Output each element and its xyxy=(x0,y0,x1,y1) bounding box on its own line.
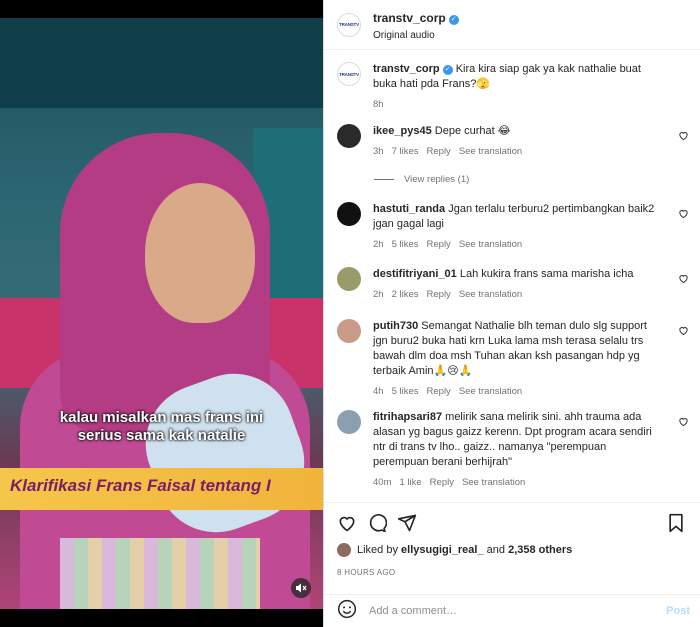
commenter-avatar[interactable] xyxy=(337,267,361,291)
comment-likes[interactable]: 2 likes xyxy=(392,289,419,300)
speaker-mute-icon[interactable] xyxy=(291,578,311,598)
like-heart-icon[interactable] xyxy=(678,416,689,430)
caption-avatar[interactable]: TRANSTV xyxy=(337,62,361,86)
original-audio-link[interactable]: Original audio xyxy=(373,30,459,41)
verified-badge-icon: ✓ xyxy=(442,65,453,75)
comment-bubble-icon[interactable] xyxy=(367,513,388,538)
liker-avatar xyxy=(337,543,351,557)
like-heart-icon[interactable] xyxy=(678,325,689,339)
comment-time: 2h xyxy=(373,289,384,300)
see-translation-button[interactable]: See translation xyxy=(459,239,522,250)
commenter-avatar[interactable] xyxy=(337,124,361,148)
video-frame xyxy=(0,18,323,609)
post-header: TRANSTV transtv_corp ✓ Original audio xyxy=(324,0,700,50)
liked-by-and: and xyxy=(486,544,506,556)
comment-text: Lah kukira frans sama marisha icha xyxy=(459,268,634,280)
commenter-avatar[interactable] xyxy=(337,202,361,226)
like-heart-icon[interactable] xyxy=(678,273,689,287)
comment-username[interactable]: fitrihapsari87 xyxy=(373,411,442,423)
video-banner: Klarifikasi Frans Faisal tentang I xyxy=(0,468,323,510)
logo-text: TRANSTV xyxy=(339,22,359,27)
commenter-avatar[interactable] xyxy=(337,410,361,434)
liked-by-count[interactable]: 2,358 others xyxy=(508,544,572,556)
replies-line xyxy=(374,179,394,180)
caption-time: 8h xyxy=(373,99,384,110)
comment-likes[interactable]: 5 likes xyxy=(392,239,419,250)
caption-username[interactable]: transtv_corp xyxy=(373,63,440,75)
comments-list[interactable]: TRANSTV transtv_corp ✓ Kira kira siap gak… xyxy=(324,52,700,502)
studio-backdrop xyxy=(0,18,323,108)
post-time-ago: 8 HOURS AGO xyxy=(337,568,396,577)
person-skirt xyxy=(60,538,260,609)
comment-input[interactable]: Add a comment… xyxy=(369,605,666,617)
reply-button[interactable]: Reply xyxy=(430,477,454,488)
person-face xyxy=(145,183,255,323)
like-heart-icon[interactable] xyxy=(337,513,357,538)
bookmark-icon[interactable] xyxy=(667,513,685,538)
comment-username[interactable]: putih730 xyxy=(373,320,418,332)
verified-badge-icon: ✓ xyxy=(448,14,459,25)
comment-item: fitrihapsari87 melirik sana melirik sini… xyxy=(337,410,693,488)
see-translation-button[interactable]: See translation xyxy=(459,289,522,300)
like-heart-icon[interactable] xyxy=(678,130,689,144)
comment-composer: Add a comment… Post xyxy=(324,594,700,627)
comment-username[interactable]: ikee_pys45 xyxy=(373,125,432,137)
video-banner-text: Klarifikasi Frans Faisal tentang I xyxy=(10,476,271,495)
emoji-smiley-icon[interactable] xyxy=(337,599,357,624)
comment-item: ikee_pys45 Depe curhat 😂 3h 7 likes Reply S… xyxy=(337,124,693,157)
reply-button[interactable]: Reply xyxy=(427,239,451,250)
logo-text: TRANSTV xyxy=(339,71,359,77)
comment-item: hastuti_randa Jgan terlalu terburu2 pert… xyxy=(337,202,693,250)
comment-username[interactable]: hastuti_randa xyxy=(373,203,445,215)
comment-item: destifitriyani_01 Lah kukira frans sama … xyxy=(337,267,693,300)
view-replies-label: View replies (1) xyxy=(404,174,470,185)
comment-likes[interactable]: 5 likes xyxy=(392,386,419,397)
commenter-avatar[interactable] xyxy=(337,319,361,343)
likes-summary[interactable]: Liked by ellysugigi_real_ and 2,358 othe… xyxy=(337,543,572,557)
profile-avatar[interactable]: TRANSTV xyxy=(337,12,361,37)
comment-time: 2h xyxy=(373,239,384,250)
header-username[interactable]: transtv_corp xyxy=(373,11,446,25)
video-caption-line1: kalau misalkan mas frans ini xyxy=(59,409,264,426)
see-translation-button[interactable]: See translation xyxy=(462,477,525,488)
reply-button[interactable]: Reply xyxy=(427,146,451,157)
comment-time: 3h xyxy=(373,146,384,157)
comment-item: putih730 Semangat Nathalie blh teman dul… xyxy=(337,319,693,397)
comment-likes[interactable]: 1 like xyxy=(399,477,421,488)
see-translation-button[interactable]: See translation xyxy=(459,386,522,397)
post-caption: TRANSTV transtv_corp ✓ Kira kira siap gak… xyxy=(337,62,693,110)
like-heart-icon[interactable] xyxy=(678,208,689,222)
reply-button[interactable]: Reply xyxy=(427,289,451,300)
comment-username[interactable]: destifitriyani_01 xyxy=(373,268,457,280)
share-paper-plane-icon[interactable] xyxy=(397,513,417,538)
comment-time: 40m xyxy=(373,477,392,488)
see-translation-button[interactable]: See translation xyxy=(459,146,522,157)
video-caption-line2: serius sama kak natalie xyxy=(77,427,246,444)
post-button[interactable]: Post xyxy=(666,605,690,617)
action-bar xyxy=(324,502,700,542)
reply-button[interactable]: Reply xyxy=(427,386,451,397)
comment-text: Depe curhat 😂 xyxy=(434,125,511,137)
liked-by-user[interactable]: ellysugigi_real_ xyxy=(401,544,484,556)
post-video[interactable]: kalau misalkan mas frans ini serius sama… xyxy=(0,0,323,627)
post-panel: TRANSTV transtv_corp ✓ Original audio TRA… xyxy=(323,0,700,627)
comment-time: 4h xyxy=(373,386,384,397)
view-replies-button[interactable]: View replies (1) xyxy=(374,174,469,185)
liked-by-prefix: Liked by xyxy=(357,544,398,556)
comment-likes[interactable]: 7 likes xyxy=(392,146,419,157)
